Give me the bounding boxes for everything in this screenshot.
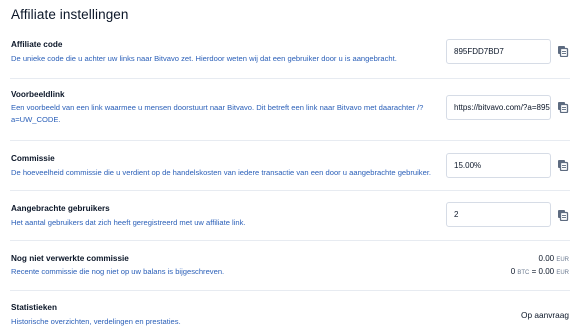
page-title: Affiliate instellingen — [11, 7, 129, 22]
commission-field[interactable]: 15.00% — [446, 153, 551, 178]
divider — [10, 290, 570, 291]
equals-amount: = 0.00 — [531, 267, 555, 276]
copy-example-link-button[interactable] — [557, 101, 569, 113]
equals-unit: EUR — [556, 270, 569, 276]
statistics-on-request[interactable]: Op aanvraag — [521, 310, 569, 320]
statistics-label: Statistieken — [11, 303, 57, 312]
referred-users-description: Het aantal gebruikers dat zich heeft ger… — [11, 218, 246, 227]
divider — [10, 78, 570, 79]
example-link-description-line2: a=UW_CODE. — [11, 115, 61, 124]
affiliate-code-description: De unieke code die u achter uw links naa… — [11, 54, 397, 63]
eur-unit: EUR — [556, 257, 569, 263]
copy-icon — [558, 46, 569, 57]
btc-unit: BTC — [517, 270, 530, 276]
example-link-field[interactable]: https://bitvavo.com/?a=895F — [446, 95, 551, 120]
unprocessed-commission-btc: 0 BTC = 0.00 EUR — [511, 267, 569, 276]
copy-icon — [558, 210, 569, 221]
commission-description: De hoeveelheid commissie die u verdient … — [11, 168, 432, 177]
example-link-description-line1: Een voorbeeld van een link waarmee u men… — [11, 103, 424, 112]
unprocessed-commission-eur: 0.00 EUR — [539, 254, 569, 263]
copy-commission-button[interactable] — [557, 159, 569, 171]
affiliate-code-field[interactable]: 895FDD7BD7 — [446, 39, 551, 64]
referred-users-label: Aangebrachte gebruikers — [11, 204, 110, 213]
referred-users-field[interactable]: 2 — [446, 202, 551, 227]
copy-referred-users-button[interactable] — [557, 209, 569, 221]
eur-amount: 0.00 — [538, 254, 555, 263]
divider — [10, 190, 570, 191]
divider — [10, 140, 570, 141]
statistics-description: Historische overzichten, verdelingen en … — [11, 317, 181, 326]
copy-affiliate-code-button[interactable] — [557, 45, 569, 57]
btc-amount: 0 — [510, 267, 516, 276]
example-link-label: Voorbeeldlink — [11, 90, 65, 99]
unprocessed-commission-label: Nog niet verwerkte commissie — [11, 254, 129, 263]
copy-icon — [558, 102, 569, 113]
divider — [10, 240, 570, 241]
copy-icon — [558, 160, 569, 171]
unprocessed-commission-description: Recente commissie die nog niet op uw bal… — [11, 267, 225, 276]
commission-label: Commissie — [11, 154, 55, 163]
affiliate-code-label: Affiliate code — [11, 40, 63, 49]
